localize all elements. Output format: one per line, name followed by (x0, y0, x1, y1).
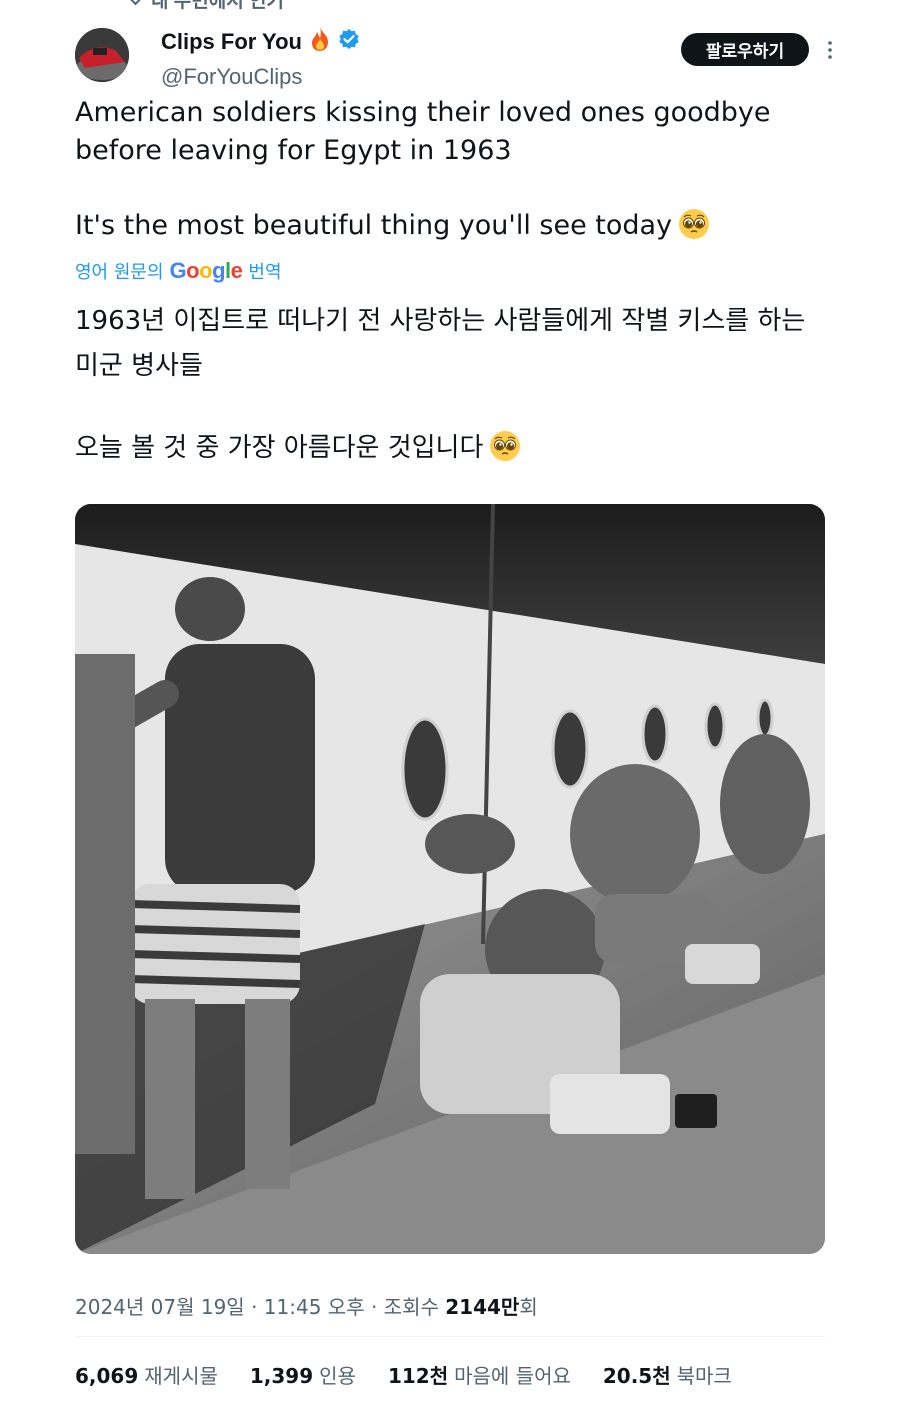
pleading-face-icon (679, 209, 710, 239)
stat-quotes-value: 1,399 (249, 1364, 314, 1388)
stat-bookmarks-value: 20.5천 (602, 1364, 671, 1388)
more-options-icon[interactable] (822, 38, 838, 62)
stat-likes-label: 마음에 들어요 (454, 1364, 571, 1388)
engagement-stats: 6,069 재게시물 1,399 인용 112천 마음에 들어요 20.5천 북마크 (75, 1360, 732, 1389)
tweet-date[interactable]: 2024년 07월 19일 (75, 1295, 245, 1319)
follow-button[interactable]: 팔로우하기 (681, 33, 809, 66)
avatar[interactable] (75, 28, 129, 82)
stat-likes[interactable]: 112천 마음에 들어요 (388, 1360, 571, 1389)
tweet-time[interactable]: 11:45 오후 (264, 1295, 365, 1319)
tweet-meta: 2024년 07월 19일 · 11:45 오후 · 조회수 2144만회 (75, 1295, 538, 1319)
translated-text-line2: 오늘 볼 것 중 가장 아름다운 것입니다 (75, 426, 835, 471)
stat-likes-value: 112천 (387, 1364, 449, 1388)
translation-suffix: 번역 (248, 262, 282, 283)
divider (75, 1336, 825, 1337)
stat-bookmarks[interactable]: 20.5천 북마크 (603, 1360, 732, 1389)
views-label: 조회수 (383, 1295, 439, 1319)
tweet-text-line1: American soldiers kissing their loved on… (75, 97, 771, 166)
translated-text-line1: 1963년 이집트로 떠나기 전 사랑하는 사람들에게 작별 키스를 하는 미군… (75, 306, 806, 381)
stat-reposts-value: 6,069 (75, 1364, 139, 1388)
author-name[interactable]: Clips For You (161, 29, 302, 55)
stat-quotes-label: 인용 (319, 1364, 356, 1388)
author-handle[interactable]: @ForYouClips (161, 64, 360, 90)
tweet-photo[interactable] (75, 504, 825, 1254)
views-value: 2144만 (445, 1295, 520, 1319)
stat-reposts[interactable]: 6,069 재게시물 (75, 1360, 218, 1389)
chevron-down-icon (127, 0, 144, 6)
fire-icon (308, 26, 332, 58)
views-suffix: 회 (519, 1295, 538, 1319)
verified-badge-icon[interactable] (338, 28, 360, 56)
stat-bookmarks-label: 북마크 (676, 1364, 732, 1388)
google-logo: Google (169, 258, 243, 283)
author-info: Clips For You @ForYouClips (161, 26, 360, 90)
stat-reposts-label: 재게시물 (144, 1364, 218, 1388)
social-context-label: 내 주변에서 인기 (151, 0, 284, 12)
tweet-text-line2: It's the most beautiful thing you'll see… (75, 207, 835, 245)
translation-prefix: 영어 원문의 (75, 262, 164, 283)
translation-attribution[interactable]: 영어 원문의 Google 번역 (75, 258, 282, 284)
stat-quotes[interactable]: 1,399 인용 (250, 1360, 356, 1389)
tweet-text-line2-label: It's the most beautiful thing you'll see… (75, 210, 673, 241)
translated-text-line2-label: 오늘 볼 것 중 가장 아름다운 것입니다 (75, 433, 484, 463)
pleading-face-icon (490, 431, 521, 461)
social-context: 내 주변에서 인기 (127, 0, 284, 13)
